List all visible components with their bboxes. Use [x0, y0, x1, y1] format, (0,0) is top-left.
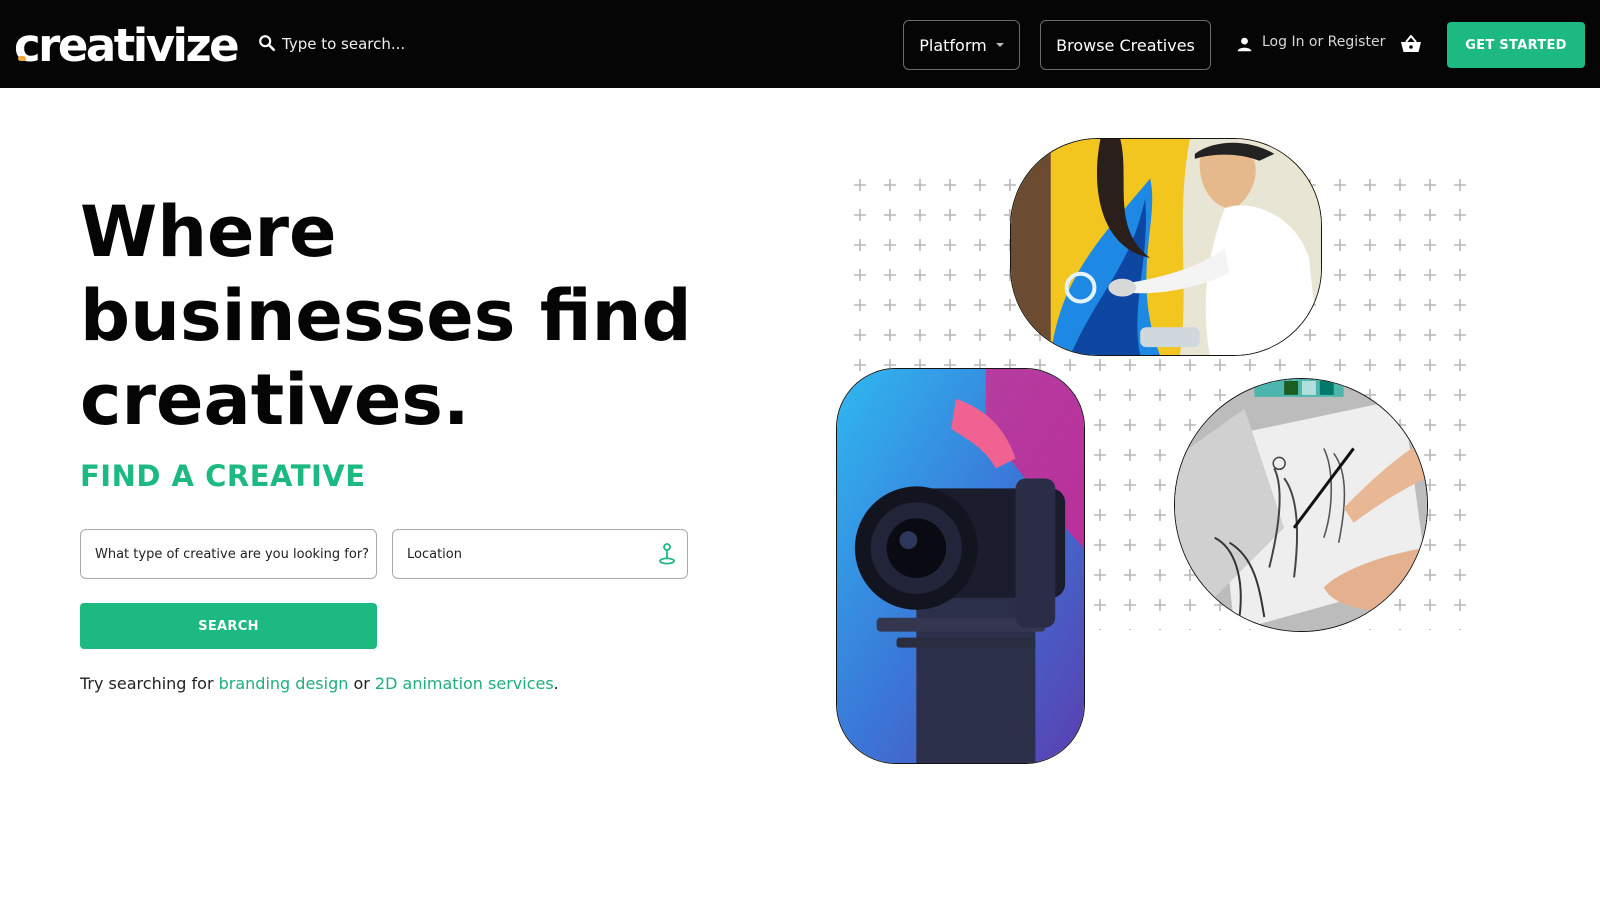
camera-operator-photo [836, 368, 1085, 764]
basket-icon[interactable] [1400, 34, 1422, 54]
user-icon [1237, 37, 1252, 52]
browse-creatives-label: Browse Creatives [1056, 35, 1195, 55]
platform-label: Platform [919, 35, 987, 55]
global-search-input[interactable] [282, 28, 582, 60]
hero-title: Where businesses find creatives. [80, 190, 760, 442]
logo-accent-dot [18, 56, 26, 61]
get-started-button[interactable]: GET STARTED [1447, 22, 1585, 68]
search-icon[interactable] [258, 34, 276, 52]
creative-type-field [80, 529, 377, 579]
map-pin-icon[interactable] [657, 542, 677, 566]
login-register-link[interactable]: Log In or Register [1262, 34, 1385, 50]
mural-artist-photo [1010, 138, 1322, 356]
hero-title-line-1: Where [80, 191, 337, 273]
search-button[interactable]: SEARCH [80, 603, 377, 649]
top-navbar: creativize Platform Browse Creatives Log… [0, 0, 1600, 88]
search-suggestions: Try searching for branding design or 2D … [80, 674, 559, 693]
location-input[interactable] [393, 530, 687, 578]
fashion-sketching-photo [1174, 378, 1428, 632]
creative-type-input[interactable] [81, 530, 376, 578]
hero-title-line-2: businesses find [80, 275, 692, 357]
browse-creatives-button[interactable]: Browse Creatives [1040, 20, 1211, 70]
find-a-creative-heading: FIND A CREATIVE [80, 459, 366, 493]
caret-down-icon [995, 43, 1004, 47]
suggestion-suffix: . [553, 674, 559, 693]
suggestion-connector: or [348, 674, 375, 693]
suggestion-2d-animation-link[interactable]: 2D animation services [375, 674, 554, 693]
suggestion-branding-design-link[interactable]: branding design [219, 674, 349, 693]
location-field [392, 529, 688, 579]
suggestion-prefix: Try searching for [80, 674, 219, 693]
platform-dropdown-button[interactable]: Platform [903, 20, 1020, 70]
creativize-logo[interactable]: creativize [14, 18, 240, 74]
hero-title-line-3: creatives. [80, 359, 470, 441]
